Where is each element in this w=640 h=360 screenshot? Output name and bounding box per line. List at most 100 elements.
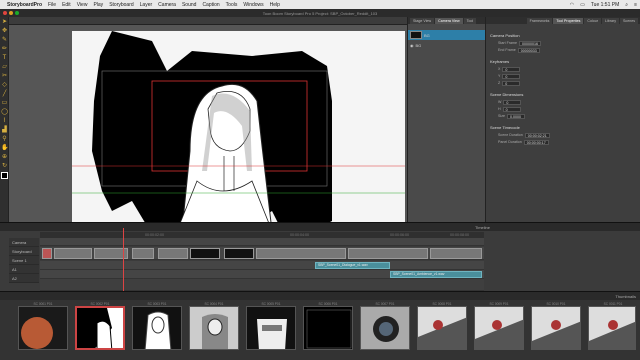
thumbnail[interactable]	[531, 306, 581, 350]
tab-library[interactable]: Library	[602, 18, 619, 24]
track-header-audio-2[interactable]: A2	[9, 274, 39, 283]
polyline-tool-icon[interactable]: ⌇	[1, 118, 8, 125]
dropper-tool-icon[interactable]: ⚲	[1, 136, 8, 143]
tab-camera-view[interactable]: Camera View	[435, 18, 463, 24]
panel-clip[interactable]	[42, 248, 52, 259]
system-menubar: StoryboardPro File Edit View Play Storyb…	[0, 0, 640, 9]
text-tool-icon[interactable]: T	[1, 55, 8, 62]
start-frame-field: Start Frame 00000016	[498, 40, 598, 46]
thumbnail[interactable]	[189, 306, 239, 350]
menu-caption[interactable]: Caption	[202, 2, 219, 8]
pencil-tool-icon[interactable]: ✏	[1, 46, 8, 53]
menu-sound[interactable]: Sound	[182, 2, 196, 8]
thumbnails-title: Thumbnails	[615, 294, 636, 299]
line-tool-icon[interactable]: ╱	[1, 91, 8, 98]
thumbnails-header: Thumbnails	[0, 291, 640, 300]
thumbnail[interactable]	[360, 306, 410, 350]
thumbnail[interactable]	[417, 306, 467, 350]
app-menu[interactable]: StoryboardPro	[7, 2, 42, 8]
tab-colour[interactable]: Colour	[584, 18, 601, 24]
menu-windows[interactable]: Windows	[243, 2, 263, 8]
panel-clip[interactable]	[190, 248, 220, 259]
track-header-storyboard[interactable]: Storyboard	[9, 247, 39, 256]
rotate-tool-icon[interactable]: ↻	[1, 163, 8, 170]
panel-clip[interactable]	[158, 248, 188, 259]
camera-track[interactable]	[40, 238, 484, 246]
keyframe-x-input[interactable]: 0	[502, 66, 521, 72]
thumbnail[interactable]	[132, 306, 182, 350]
zoom-tool-icon[interactable]: ⊕	[1, 154, 8, 161]
thumbnail[interactable]	[246, 306, 296, 350]
thumbnail[interactable]	[588, 306, 636, 350]
thumbnail[interactable]	[303, 306, 353, 350]
search-icon[interactable]: ⌕	[625, 2, 628, 8]
layer-row[interactable]: BG	[408, 30, 485, 40]
tab-frameworks[interactable]: Frameworks	[526, 18, 553, 24]
panel-clip[interactable]	[256, 248, 346, 259]
layer-row[interactable]: ◉ BG	[408, 40, 485, 50]
storyboard-track[interactable]	[40, 247, 484, 260]
audio-track-2[interactable]: SBP_Scene01_Ambience_v1.wav	[40, 270, 484, 279]
menu-layer[interactable]: Layer	[140, 2, 153, 8]
track-header-audio-1[interactable]: A1	[9, 265, 39, 274]
close-window-icon[interactable]	[3, 11, 7, 15]
color-swatch-icon[interactable]	[1, 172, 8, 179]
transform-tool-icon[interactable]: ✥	[1, 28, 8, 35]
menu-tools[interactable]: Tools	[226, 2, 238, 8]
dimension-h-input[interactable]: 0	[502, 106, 521, 112]
audio-clip[interactable]: SBP_Scene01_Dialogue_v1.wav	[315, 262, 390, 269]
tab-scenes[interactable]: Scenes	[620, 18, 638, 24]
brush-tool-icon[interactable]: ✎	[1, 37, 8, 44]
cutter-tool-icon[interactable]: ✂	[1, 73, 8, 80]
empty-track[interactable]	[40, 279, 484, 291]
panel-clip[interactable]	[224, 248, 254, 259]
drawing-canvas[interactable]	[72, 31, 405, 231]
track-header-camera[interactable]: Camera	[9, 238, 39, 247]
end-frame-input[interactable]: 00000033	[517, 47, 540, 53]
keyframe-y-input[interactable]: 0	[502, 73, 521, 79]
menu-view[interactable]: View	[77, 2, 88, 8]
tab-tool[interactable]: Tool	[463, 18, 477, 24]
zoom-window-icon[interactable]	[15, 11, 19, 15]
paint-tool-icon[interactable]: ▟	[1, 127, 8, 134]
select-tool-icon[interactable]: ➤	[1, 19, 8, 26]
menu-edit[interactable]: Edit	[62, 2, 71, 8]
dimension-w-input[interactable]: 0	[503, 99, 522, 105]
keyframe-z-input[interactable]: 0	[502, 80, 521, 86]
audio-track-1[interactable]: SBP_Scene01_Dialogue_v1.wav	[40, 261, 484, 270]
dimension-size-input[interactable]: 0.0000	[507, 113, 525, 119]
menu-list-icon[interactable]: ≡	[634, 2, 637, 8]
tab-stage-view[interactable]: Stage View	[410, 18, 435, 24]
minimize-window-icon[interactable]	[9, 11, 13, 15]
layer-thumbnail	[410, 31, 422, 39]
clock[interactable]: Tue 1:51 PM	[591, 2, 619, 8]
menu-camera[interactable]: Camera	[158, 2, 176, 8]
eraser-tool-icon[interactable]: ▱	[1, 64, 8, 71]
battery-icon[interactable]: ▭	[580, 2, 585, 8]
ellipse-tool-icon[interactable]: ◯	[1, 109, 8, 116]
menu-storyboard[interactable]: Storyboard	[109, 2, 133, 8]
track-header-scene[interactable]: Scene 1	[9, 256, 39, 265]
menu-file[interactable]: File	[48, 2, 56, 8]
panel-clip[interactable]	[54, 248, 92, 259]
thumbnail[interactable]	[75, 306, 125, 350]
contour-tool-icon[interactable]: ◇	[1, 82, 8, 89]
thumbnail[interactable]	[18, 306, 68, 350]
layer-name: BG	[415, 42, 422, 48]
timeline-playhead[interactable]	[123, 228, 124, 291]
eye-icon[interactable]: ◉	[410, 43, 414, 48]
menu-play[interactable]: Play	[93, 2, 103, 8]
menu-help[interactable]: Help	[270, 2, 280, 8]
wifi-icon[interactable]: ◠	[570, 2, 574, 8]
panel-clip[interactable]	[348, 248, 428, 259]
rectangle-tool-icon[interactable]: ▭	[1, 100, 8, 107]
panel-clip[interactable]	[430, 248, 482, 259]
stage-toolbar	[9, 17, 407, 25]
audio-clip[interactable]: SBP_Scene01_Ambience_v1.wav	[390, 271, 482, 278]
scene-duration-field: Scene Duration 00:00:02:21	[498, 132, 598, 138]
start-frame-input[interactable]: 00000016	[518, 40, 541, 46]
thumbnail[interactable]	[474, 306, 524, 350]
hand-tool-icon[interactable]: ✋	[1, 145, 8, 152]
panel-clip[interactable]	[132, 248, 154, 259]
tab-tool-properties[interactable]: Tool Properties	[553, 18, 584, 24]
